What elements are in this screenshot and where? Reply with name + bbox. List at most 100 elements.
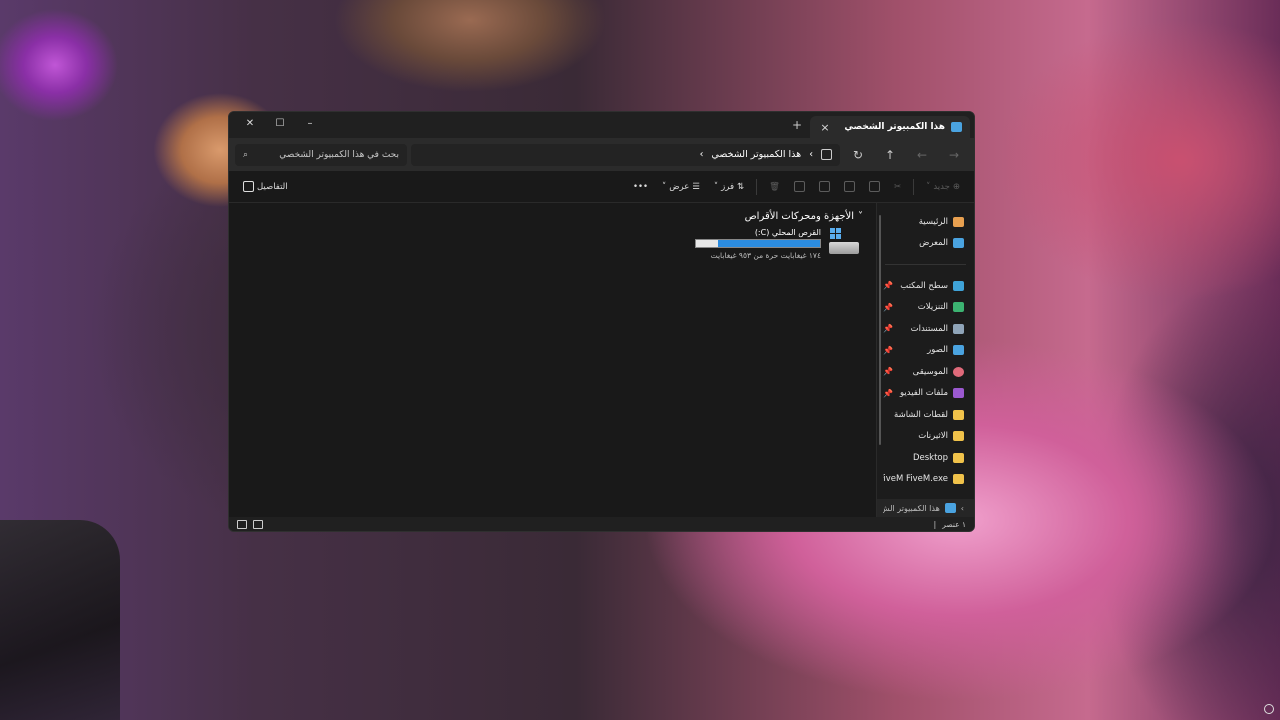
sidebar-item-label: الصور (927, 345, 948, 356)
close-window-button[interactable]: ✕ (235, 115, 265, 133)
corner-indicator-icon (1264, 704, 1274, 714)
sidebar-item-folder[interactable]: الاثيرنات (877, 426, 974, 448)
sidebar-item-desktop-folder[interactable]: Desktop (877, 447, 974, 469)
item-count: ١ عنصر (942, 519, 966, 529)
windows-logo-icon (830, 228, 841, 239)
search-icon: ⌕ (243, 149, 249, 160)
pin-icon[interactable]: 📌 (883, 389, 893, 398)
videos-icon (953, 388, 964, 399)
details-button[interactable]: التفاصيل (237, 176, 294, 198)
paste-icon (843, 181, 855, 192)
pin-icon[interactable]: 📌 (883, 346, 893, 355)
chevron-down-icon[interactable]: ˅ (858, 211, 863, 222)
details-view-icon[interactable] (253, 519, 263, 529)
status-divider: | (933, 519, 937, 529)
pin-icon[interactable]: 📌 (883, 324, 893, 333)
new-label: جديد (933, 181, 950, 192)
new-button[interactable]: ⊕ جديد ˅ (920, 176, 966, 198)
tiles-view-icon[interactable] (237, 519, 247, 529)
background-face (320, 0, 620, 120)
pictures-icon (953, 345, 964, 356)
pc-icon (944, 503, 956, 513)
drive-tile[interactable]: القرص المحلي (C:) ١٧٤ غيغابايت حرة من ٩٥… (229, 222, 869, 260)
share-icon (793, 181, 805, 192)
sidebar-item-desktop[interactable]: سطح المكتب 📌 (877, 275, 974, 297)
drive-free-space: ١٧٤ غيغابايت حرة من ٩٥٣ غيغابايت (710, 251, 821, 260)
paste-button[interactable] (838, 176, 861, 198)
background-microphone (0, 520, 120, 720)
sidebar-divider (885, 264, 966, 265)
sidebar-item-fivem[interactable]: FiveM FiveM.exe (877, 469, 974, 491)
sidebar-item-label: سطح المكتب (900, 280, 948, 291)
navigation-pane: الرئيسية المعرض سطح المكتب 📌 التنزيلات 📌… (876, 203, 974, 517)
group-title: الأجهزة ومحركات الأقراص (744, 211, 854, 222)
tab-this-pc[interactable]: هذا الكمبيوتر الشخصي × (810, 116, 970, 138)
folder-icon (953, 409, 964, 420)
maximize-window-button[interactable]: ☐ (265, 115, 295, 133)
sort-button[interactable]: ⇅ فرز ˅ (708, 176, 750, 198)
sort-label: فرز (721, 181, 735, 192)
view-label: عرض (669, 181, 690, 192)
copy-button[interactable] (863, 176, 886, 198)
back-button[interactable]: → (940, 143, 968, 167)
sidebar-item-label: ملفات الفيديو (900, 388, 948, 399)
sort-icon: ⇅ (737, 181, 745, 192)
folder-icon (953, 452, 964, 463)
sidebar-scrollbar[interactable] (879, 215, 881, 445)
sidebar-item-this-pc[interactable]: › هذا الكمبيوتر الش (877, 499, 974, 517)
more-options-button[interactable]: ••• (627, 176, 654, 198)
folder-icon (953, 431, 964, 442)
rename-button[interactable] (813, 176, 836, 198)
sidebar-item-label: لقطات الشاشة (894, 409, 948, 420)
sidebar-item-label: التنزيلات (917, 302, 948, 313)
sidebar-item-music[interactable]: الموسيقى 📌 (877, 361, 974, 383)
tab-bar: هذا الكمبيوتر الشخصي × + ✕ ☐ – (229, 112, 974, 138)
address-bar[interactable]: › هذا الكمبيوتر الشخصي › (411, 143, 840, 166)
up-button[interactable]: ↑ (876, 143, 904, 167)
sidebar-item-documents[interactable]: المستندات 📌 (877, 318, 974, 340)
pin-icon[interactable]: 📌 (883, 281, 893, 290)
sidebar-item-pictures[interactable]: الصور 📌 (877, 340, 974, 362)
pin-icon[interactable]: 📌 (883, 367, 893, 376)
sidebar-item-home[interactable]: الرئيسية (877, 211, 974, 233)
search-input[interactable] (259, 149, 399, 160)
address-end-chevron-icon[interactable]: › (700, 149, 704, 160)
rename-icon (818, 181, 830, 192)
forward-button[interactable]: ← (908, 143, 936, 167)
file-explorer-window: هذا الكمبيوتر الشخصي × + ✕ ☐ – → ← ↑ ↻ ›… (228, 111, 975, 532)
drive-info: القرص المحلي (C:) ١٧٤ غيغابايت حرة من ٩٥… (695, 228, 821, 260)
drive-usage-bar (695, 239, 821, 248)
share-button[interactable] (788, 176, 811, 198)
sidebar-item-label: المعرض (919, 238, 948, 249)
delete-button[interactable]: 🗑 (763, 176, 786, 198)
address-path[interactable]: هذا الكمبيوتر الشخصي (711, 149, 801, 160)
view-button[interactable]: ☰ عرض ˅ (656, 176, 706, 198)
sidebar-item-gallery[interactable]: المعرض (877, 233, 974, 255)
new-plus-icon: ⊕ (952, 181, 960, 192)
pc-icon (951, 122, 962, 132)
drive-icon (827, 228, 859, 254)
layout-switcher (237, 519, 263, 529)
tab-close-icon[interactable]: × (818, 121, 832, 134)
drive-usage-fill (718, 240, 820, 247)
chevron-down-icon: ˅ (926, 181, 931, 192)
group-header[interactable]: ˅ الأجهزة ومحركات الأقراص (229, 203, 869, 222)
monitor-icon (821, 149, 832, 160)
sidebar-item-videos[interactable]: ملفات الفيديو 📌 (877, 383, 974, 405)
refresh-button[interactable]: ↻ (844, 143, 872, 167)
cut-button[interactable]: ✂ (888, 176, 907, 198)
search-box[interactable]: ⌕ (235, 143, 407, 166)
desktop-icon (953, 280, 964, 291)
command-toolbar: ⊕ جديد ˅ ✂ 🗑 ⇅ فرز ˅ ☰ عرض ˅ ••• التفاصي… (229, 171, 974, 203)
minimize-window-button[interactable]: – (295, 115, 325, 133)
pin-icon[interactable]: 📌 (883, 303, 893, 312)
chevron-down-icon: ˅ (662, 181, 667, 192)
window-controls: ✕ ☐ – (235, 115, 325, 133)
address-chevron-icon: › (809, 149, 813, 160)
sidebar-item-downloads[interactable]: التنزيلات 📌 (877, 297, 974, 319)
sidebar-item-label: المستندات (910, 323, 948, 334)
sidebar-item-screenshots[interactable]: لقطات الشاشة (877, 404, 974, 426)
folder-icon (953, 474, 964, 485)
chevron-right-icon[interactable]: › (961, 504, 964, 513)
new-tab-button[interactable]: + (792, 118, 802, 132)
